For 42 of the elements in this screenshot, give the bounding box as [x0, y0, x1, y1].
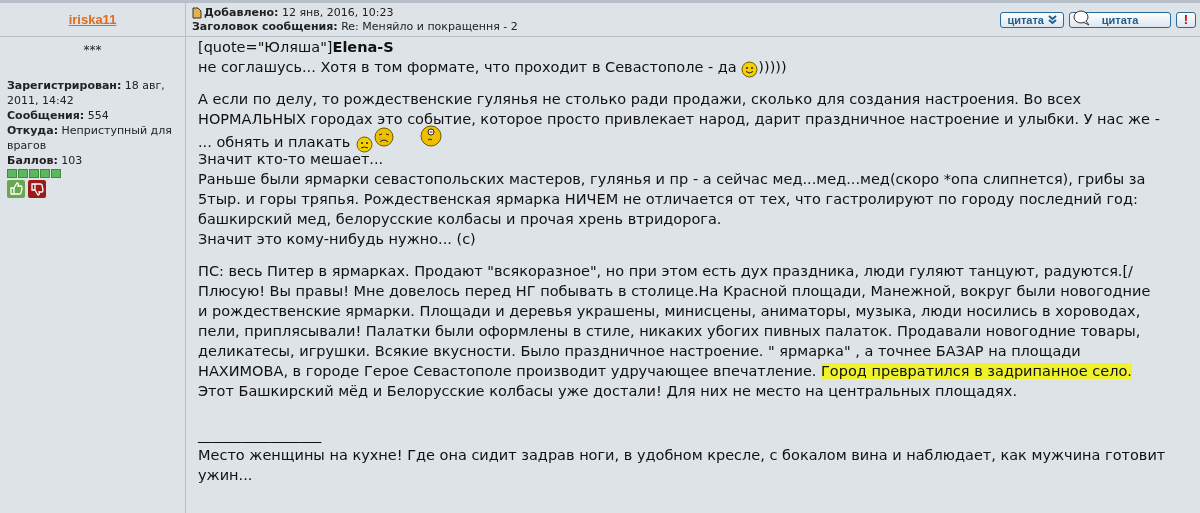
smiley-icon — [741, 61, 759, 78]
post-text: и рождественские ярмарки. Площади и деревья украшены, минисцены, аниматоры, музыка, люди носились в хороводах, — [198, 303, 1141, 319]
post-text: [quote="Юляша"]Elena-S — [198, 39, 394, 55]
post-text: башкирский мед, белорусские колбасы и прочая хрень втридорога. — [198, 211, 722, 227]
post-text: Значит кто-то мешает... — [198, 151, 384, 167]
thumbs-up-icon[interactable] — [7, 180, 25, 198]
dizzy-smiley-icon — [419, 125, 442, 147]
post-text: НОРМАЛЬНЫХ городах это событие, которое просто привлекает народ, дарит праздничное настроение и улыбки. У нас же - — [198, 111, 1160, 127]
rank-stars: *** — [82, 43, 103, 58]
post-text: деликатесы, игрушки. Всякие вкусности. Было праздничное настроение. " ярмарка" , а точнее БАЗАР на площади — [198, 343, 1081, 359]
profile-field: Откуда: Неприступный для врагов — [7, 123, 178, 153]
post-text: Этот Башкирский мёд и Белорусские колбасы уже достали! Для них не место на центральных площадях. — [198, 383, 1017, 399]
report-button[interactable]: ! — [1176, 11, 1196, 28]
post-text: _________________ — [198, 427, 322, 443]
post-text: ))))) — [758, 59, 787, 75]
post-text: ужин... — [198, 467, 253, 483]
post-text: НАХИМОВА, в городе Герое Севастополе производит удручающее впечатление. — [198, 363, 818, 379]
thumbs-down-icon[interactable] — [28, 180, 46, 198]
frown-icon — [355, 136, 373, 153]
profile-field: Баллов: 103 — [7, 153, 178, 168]
crying-smiley-icon — [373, 127, 394, 147]
post-text: Плюсую! Вы правы! Мне довелось перед НГ побывать в столице.На Красной площади, Манежной, вокруг были новогодние — [198, 283, 1151, 299]
post-text: ПС: весь Питер в ярмарках. Продают "всякоразное", но при этом есть дух праздника, люди гуляют танцуют, радуются.[/ — [198, 263, 1133, 279]
post-text: не соглашусь... Хотя в том формате, что проходит в Севастополе - да — [198, 59, 738, 75]
speech-bubble-icon — [1073, 9, 1091, 26]
post-icon — [192, 6, 202, 19]
post-text: Раньше были ярмарки севастопольских мастеров, гулянья и пр - а сейчас мед...мед...мед(скоро *опа слипнется), грибы за — [198, 171, 1146, 187]
highlighted-text: Город превратился в задрипанное село. — [821, 363, 1132, 379]
post-date: Добавлено: 12 янв, 2016, 10:23 — [204, 5, 394, 20]
post-text: А если по делу, то рождественские гулянья не столько ради продажи, сколько для создания настроения. Во всех — [198, 91, 1082, 107]
post-subject: Заголовок сообщения: Re: Меняйло и покращення - 2 — [192, 19, 518, 34]
multiquote-button[interactable]: цитата — [1000, 11, 1064, 28]
post-text: 5тыр. и горы тряпья. Рождественская ярмарка НИЧЕМ не отличается от тех, что гастролируют по городу последний год: — [198, 191, 1138, 207]
post-text: Место женщины на кухне! Где она сидит задрав ноги, в удобном кресле, с бокалом вина и наблюдает, как мужчина готовит — [198, 447, 1166, 463]
post-text: пели, приплясывали! Палатки были оформлены в стиле, никаких убогих пивных палаток. Продавали новогодние товары, — [198, 323, 1141, 339]
double-chevron-icon — [1048, 14, 1057, 25]
quote-button[interactable]: цитата — [1069, 11, 1171, 28]
rating-bar — [7, 169, 61, 178]
profile-field: Сообщения: 554 — [7, 108, 178, 123]
profile-field: Зарегистрирован: 18 авг, 2011, 14:42 — [7, 78, 178, 108]
post-text: ... обнять и плакать — [198, 134, 352, 150]
post-text: Значит это кому-нибудь нужно... (с) — [198, 231, 476, 247]
